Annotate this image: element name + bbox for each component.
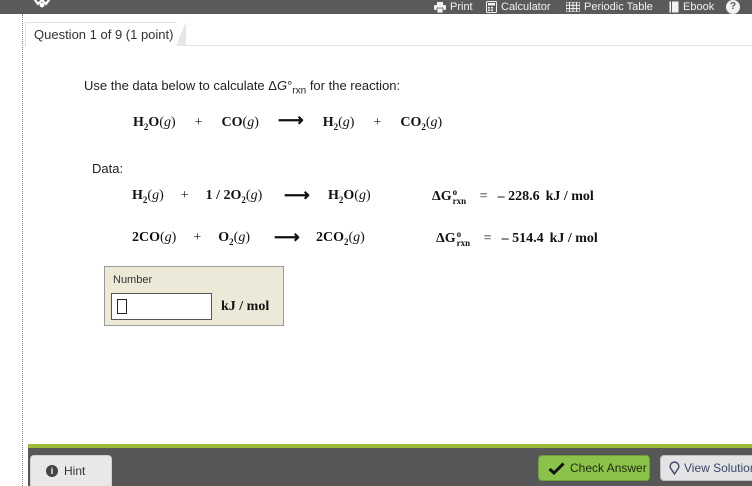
data-reaction-2-product: 2CO2(g) (316, 230, 365, 247)
answer-input[interactable] (111, 293, 212, 320)
species-h2: H2(g) (322, 115, 355, 132)
reaction-arrow: ⟶ (277, 110, 304, 130)
species-co: CO(g) (221, 115, 259, 130)
data-reaction-1-arrow: ⟶ (284, 185, 310, 205)
info-icon: i (46, 465, 58, 477)
data-reaction-1-product: H2O(g) (328, 188, 371, 205)
top-toolbar: Print Calculator Periodic Table Ebook ? (0, 0, 752, 14)
instructions-post: for the reaction: (306, 78, 401, 93)
data-reaction-2-dg: ΔG o rxn = – 514.4 kJ / mol (436, 229, 598, 248)
input-cursor (117, 299, 127, 314)
check-answer-button[interactable]: Check Answer (538, 455, 650, 481)
question-tab[interactable]: Question 1 of 9 (1 point) (25, 22, 182, 46)
question-instructions: Use the data below to calculate ΔG°rxn f… (84, 78, 400, 97)
data-reaction-1-dg: ΔG o rxn = – 228.6 kJ / mol (432, 187, 594, 206)
data-reaction-1-unit: kJ / mol (545, 189, 594, 205)
question-tab-corner (176, 22, 186, 46)
plus-sign: + (194, 115, 203, 130)
page-left-border (22, 14, 23, 486)
species-h2o: H2O(g) (133, 115, 176, 132)
hint-label: Hint (64, 464, 86, 478)
calculator-label: Calculator (501, 0, 551, 13)
data-label: Data: (92, 161, 124, 176)
answer-box: Number kJ / mol (104, 266, 284, 326)
periodic-table-icon (566, 2, 580, 12)
calculator-icon (486, 1, 497, 13)
ebook-button[interactable]: Ebook (669, 0, 714, 14)
help-icon[interactable]: ? (726, 0, 740, 14)
logo-icon (33, 0, 51, 8)
checkmark-icon (548, 461, 565, 475)
view-solution-label: View Solution (684, 461, 752, 475)
plus-sign: + (373, 115, 382, 130)
data-reaction-2-unit: kJ / mol (549, 231, 598, 247)
data-reaction-1: H2(g) + 1 / 2O2(g) (132, 188, 263, 205)
data-reaction-2: 2CO(g) + O2(g) (132, 230, 250, 247)
ebook-label: Ebook (683, 0, 715, 13)
data-reaction-2-value: – 514.4 (501, 231, 544, 247)
view-solution-button[interactable]: View Solution (660, 455, 752, 481)
answer-label: Number (113, 274, 153, 286)
location-pin-icon (669, 461, 680, 475)
instructions-rxn: rxn (292, 85, 307, 97)
print-label: Print (450, 0, 473, 13)
instructions-pre: Use the data below to calculate Δ (84, 78, 277, 93)
main-reaction: H2O(g) + CO(g) ⟶ H2(g) + CO2(g) (133, 110, 442, 132)
printer-icon (434, 1, 446, 13)
answer-unit: kJ / mol (221, 299, 270, 314)
data-reaction-1-value: – 228.6 (497, 189, 540, 205)
calculator-button[interactable]: Calculator (486, 0, 551, 14)
hint-button[interactable]: i Hint (30, 455, 112, 486)
instructions-g: G (276, 78, 288, 93)
periodic-table-label: Periodic Table (584, 0, 653, 13)
print-button[interactable]: Print (434, 0, 473, 14)
periodic-table-button[interactable]: Periodic Table (566, 0, 653, 14)
book-icon (669, 1, 679, 13)
data-reaction-2-arrow: ⟶ (274, 227, 300, 247)
species-co2: CO2(g) (400, 115, 443, 132)
check-answer-label: Check Answer (570, 461, 647, 475)
